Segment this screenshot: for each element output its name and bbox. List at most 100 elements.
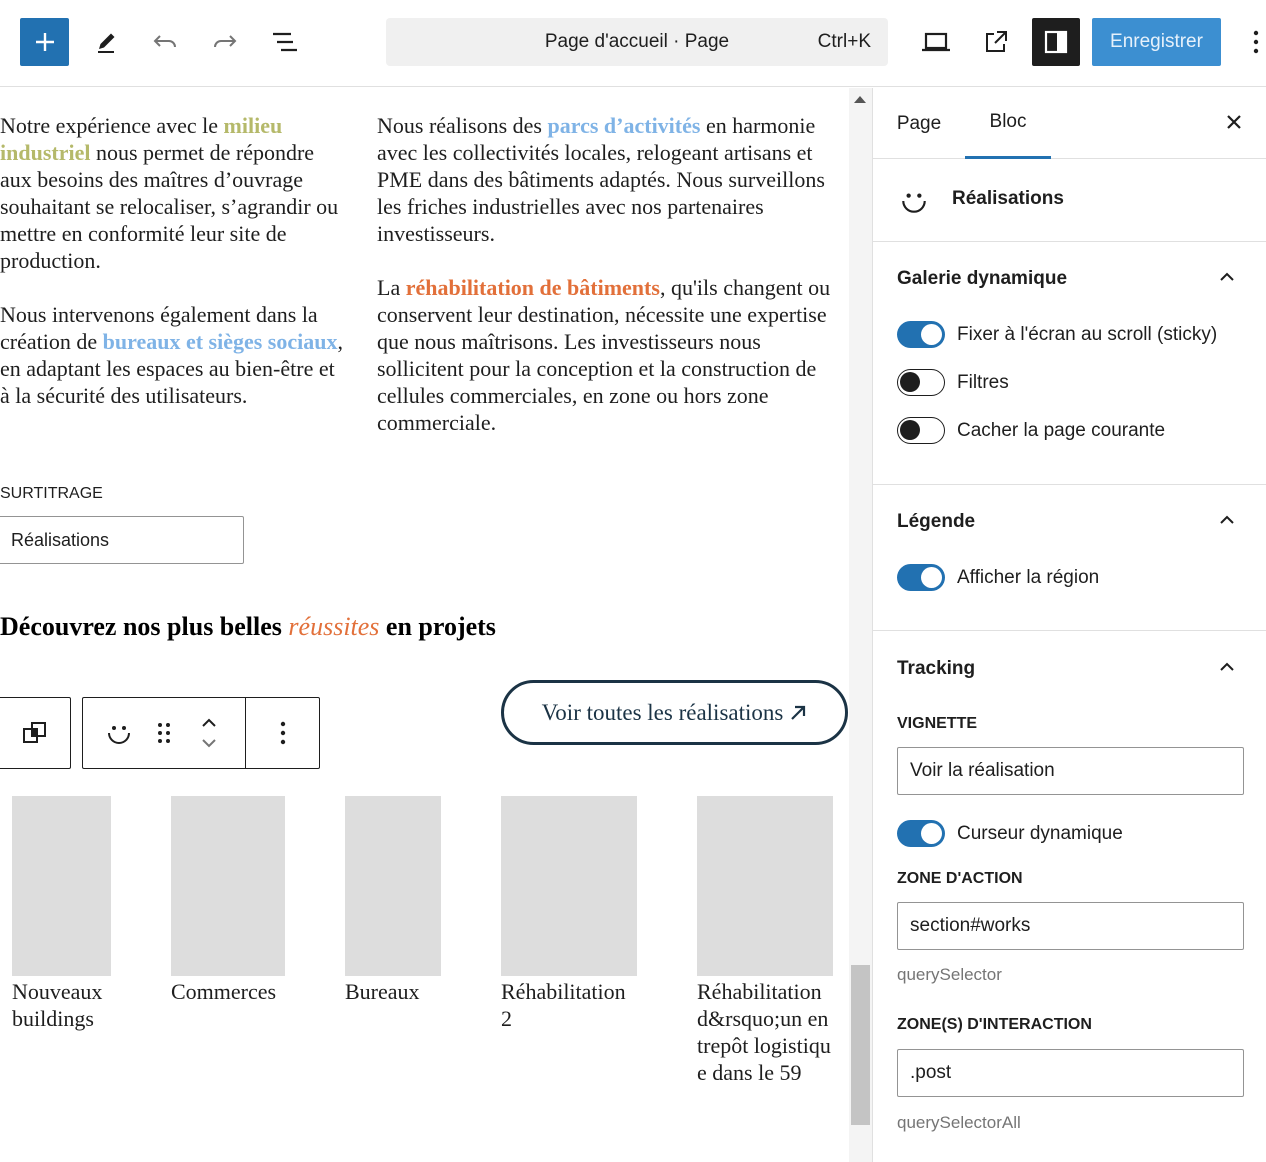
paragraph[interactable]: Nous intervenons également dans la créat… [0, 301, 345, 409]
chevron-up-icon[interactable] [200, 717, 218, 729]
panel-title[interactable]: Tracking [897, 658, 975, 680]
redo-button[interactable] [207, 24, 243, 60]
link-bureaux-sieges[interactable]: bureaux et sièges sociaux [103, 329, 338, 354]
block-options-button[interactable] [263, 698, 303, 768]
smiley-icon [108, 726, 130, 744]
curseur-toggle-row[interactable]: Curseur dynamique [897, 820, 1123, 847]
category-card[interactable]: Réhabilitation d&rsquo;un entrepôt logis… [697, 796, 833, 1086]
panel-tracking: Tracking VIGNETTE Voir la réalisation Cu… [873, 631, 1266, 1162]
undo-icon [153, 35, 176, 48]
paragraph[interactable]: Notre expérience avec le milieu industri… [0, 112, 345, 274]
surtitrage-input[interactable]: Réalisations [0, 516, 244, 564]
save-button[interactable]: Enregistrer [1092, 18, 1221, 66]
close-icon [1227, 115, 1241, 129]
options-button[interactable] [1242, 24, 1266, 60]
voir-toutes-button[interactable]: Voir toutes les réalisations [501, 680, 848, 745]
paragraph[interactable]: Nous réalisons des parcs d’activités en … [377, 112, 849, 247]
smiley-icon [899, 186, 929, 221]
category-thumbnail [697, 796, 833, 976]
view-button[interactable] [917, 24, 955, 60]
settings-sidebar: Page Bloc Réalisations Galerie dynamique… [872, 88, 1266, 1162]
scroll-thumb[interactable] [851, 965, 870, 1125]
category-card[interactable]: Réhabilitation 2 [501, 796, 637, 1032]
chevron-up-icon[interactable] [1218, 660, 1236, 678]
category-thumbnail [12, 796, 111, 976]
paragraph[interactable]: La réhabilitation de bâtiments, qu'ils c… [377, 274, 849, 436]
filtres-label: Filtres [957, 371, 1009, 393]
category-label: Réhabilitation 2 [501, 979, 626, 1031]
zone-interaction-help: querySelectorAll [897, 1113, 1021, 1132]
tools-button[interactable] [88, 24, 124, 60]
surtitrage-label: SURTITRAGE [0, 485, 103, 502]
zone-action-label: ZONE D'ACTION [897, 870, 1023, 887]
chevron-up-icon[interactable] [1218, 270, 1236, 288]
vignette-input[interactable]: Voir la réalisation [897, 747, 1244, 795]
filtres-toggle[interactable] [897, 369, 945, 396]
settings-sidebar-toggle[interactable] [1032, 18, 1080, 66]
vignette-label: VIGNETTE [897, 715, 978, 732]
region-toggle-row[interactable]: Afficher la région [897, 564, 1099, 591]
cacher-toggle-row[interactable]: Cacher la page courante [897, 417, 1165, 444]
parent-block-button[interactable] [0, 697, 71, 769]
close-sidebar-button[interactable] [1224, 112, 1244, 137]
curseur-label: Curseur dynamique [957, 822, 1123, 844]
sticky-toggle-row[interactable]: Fixer à l'écran au scroll (sticky) [897, 321, 1217, 348]
category-label: Nouveaux buildings [12, 979, 103, 1031]
panel-title[interactable]: Galerie dynamique [897, 268, 1067, 290]
zone-interaction-input[interactable]: .post [897, 1049, 1244, 1097]
region-toggle[interactable] [897, 564, 945, 591]
paragraph-text: Notre expérience avec le [0, 113, 224, 138]
block-type-button[interactable] [99, 698, 139, 768]
chevron-down-icon[interactable] [200, 737, 218, 749]
category-card[interactable]: Commerces [171, 796, 285, 1005]
category-label: Commerces [171, 979, 277, 1004]
category-label: Bureaux [345, 979, 420, 1004]
tab-bloc[interactable]: Bloc [965, 88, 1051, 159]
drag-handle[interactable] [147, 698, 181, 768]
view-page-button[interactable] [977, 24, 1015, 60]
voir-toutes-label: Voir toutes les réalisations [541, 699, 784, 725]
category-thumbnail [345, 796, 441, 976]
paragraph-text: Nous réalisons des [377, 113, 548, 138]
duplicate-icon [22, 722, 46, 743]
category-card[interactable]: Bureaux [345, 796, 441, 1005]
scroll-up-arrow-icon[interactable] [854, 96, 866, 103]
chevron-up-icon[interactable] [1218, 513, 1236, 531]
sticky-toggle[interactable] [897, 321, 945, 348]
panel-legende: Légende Afficher la région [873, 485, 1266, 631]
canvas-scrollbar[interactable] [849, 88, 872, 1162]
section-heading[interactable]: Découvrez nos plus belles réussites en p… [0, 612, 496, 642]
category-label: Réhabilitation d&rsquo;un entrepôt logis… [697, 979, 831, 1085]
zone-interaction-label: ZONE(S) D'INTERACTION [897, 1016, 1092, 1033]
paragraph-text: La [377, 275, 406, 300]
block-card: Réalisations [873, 160, 1266, 242]
cacher-label: Cacher la page courante [957, 419, 1166, 441]
link-rehabilitation[interactable]: réhabilitation de bâtiments [406, 275, 660, 300]
tab-page[interactable]: Page [897, 88, 941, 159]
sidebar-icon [1044, 30, 1068, 54]
text-column-left: Notre expérience avec le milieu industri… [0, 112, 345, 436]
undo-button[interactable] [147, 24, 183, 60]
command-palette-bar[interactable]: Page d'accueil · Page Ctrl+K [386, 18, 888, 66]
category-card[interactable]: Nouveaux buildings [12, 796, 111, 1032]
move-buttons [191, 698, 227, 768]
link-parcs-activites[interactable]: parcs d’activités [547, 113, 700, 138]
zone-action-help: querySelector [897, 965, 1002, 984]
external-link-icon [986, 31, 1007, 52]
drag-handle-icon [158, 723, 170, 743]
cacher-toggle[interactable] [897, 417, 945, 444]
curseur-toggle[interactable] [897, 820, 945, 847]
arrow-up-right-icon [791, 705, 806, 720]
region-label: Afficher la région [957, 566, 1100, 588]
sidebar-tabs: Page Bloc [873, 88, 1266, 159]
zone-action-input[interactable]: section#works [897, 902, 1244, 950]
filtres-toggle-row[interactable]: Filtres [897, 369, 1009, 396]
add-block-button[interactable] [20, 18, 69, 66]
plus-icon [35, 33, 54, 51]
document-overview-button[interactable] [267, 24, 303, 60]
sticky-label: Fixer à l'écran au scroll (sticky) [957, 323, 1218, 345]
heading-text: en projets [379, 612, 496, 641]
panel-title[interactable]: Légende [897, 511, 975, 533]
heading-text: Découvrez nos plus belles [0, 612, 289, 641]
panel-galerie-dynamique: Galerie dynamique Fixer à l'écran au scr… [873, 242, 1266, 485]
